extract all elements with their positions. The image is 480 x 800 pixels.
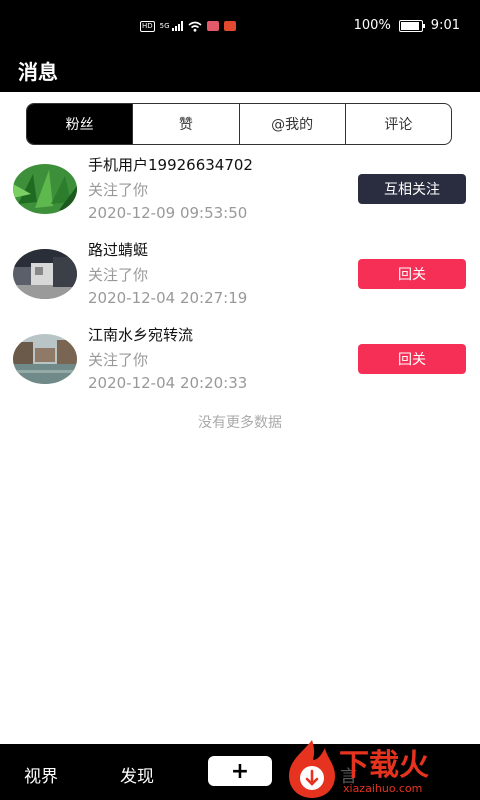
- notification-app-icon: [206, 21, 219, 31]
- list-item[interactable]: 手机用户19926634702 关注了你 2020-12-09 09:53:50…: [0, 150, 480, 235]
- timestamp: 2020-12-04 20:20:33: [88, 374, 248, 392]
- notification-list: 手机用户19926634702 关注了你 2020-12-09 09:53:50…: [0, 150, 480, 405]
- nav-item-discover[interactable]: 发现: [120, 762, 154, 787]
- watermark-domain: xiazaihuo.com: [343, 782, 423, 795]
- list-item[interactable]: 路过蜻蜓 关注了你 2020-12-04 20:27:19 回关: [0, 235, 480, 320]
- timestamp: 2020-12-04 20:27:19: [88, 289, 248, 307]
- notification-text: 关注了你: [88, 266, 149, 284]
- list-item[interactable]: 江南水乡宛转流 关注了你 2020-12-04 20:20:33 回关: [0, 320, 480, 405]
- notification-text: 关注了你: [88, 181, 149, 199]
- avatar[interactable]: [13, 164, 77, 214]
- tab-comments[interactable]: 评论: [344, 104, 451, 144]
- user-name[interactable]: 手机用户19926634702: [88, 154, 253, 175]
- status-icons: HD 5G: [140, 18, 236, 34]
- nav-item-horizon[interactable]: 视界: [24, 762, 58, 787]
- tab-bar: 粉丝 赞 @我的 评论: [26, 103, 452, 145]
- follow-back-button[interactable]: 回关: [358, 344, 466, 374]
- clock: 9:01: [430, 18, 460, 33]
- status-bar: HD 5G 100% 9:01: [0, 0, 480, 52]
- watermark-text: 下载火: [339, 748, 429, 783]
- timestamp: 2020-12-09 09:53:50: [88, 204, 248, 222]
- status-right: 100% 9:01: [354, 18, 460, 33]
- tab-mentions[interactable]: @我的: [238, 104, 345, 144]
- app-header: 消息: [0, 52, 480, 92]
- avatar[interactable]: [13, 249, 77, 299]
- battery-percent: 100%: [353, 18, 391, 33]
- battery-icon: [398, 19, 425, 32]
- watermark: 下载火 xiazaihuo.com: [283, 738, 480, 800]
- mutual-follow-button[interactable]: 互相关注: [358, 174, 466, 204]
- notification-app-icon-2: [223, 21, 236, 31]
- notification-text: 关注了你: [88, 351, 149, 369]
- follow-back-button[interactable]: 回关: [358, 259, 466, 289]
- user-name[interactable]: 路过蜻蜓: [88, 239, 148, 260]
- wifi-icon: [188, 21, 202, 32]
- network-gen-label: 5G: [159, 22, 170, 30]
- user-name[interactable]: 江南水乡宛转流: [88, 324, 193, 345]
- flame-logo-icon: [289, 740, 335, 798]
- no-more-data-label: 没有更多数据: [198, 415, 282, 431]
- signal-icon: [171, 21, 183, 31]
- tab-fans[interactable]: 粉丝: [27, 104, 133, 144]
- add-button[interactable]: +: [208, 756, 272, 786]
- page-title: 消息: [18, 60, 58, 84]
- hd-badge: HD: [140, 20, 155, 32]
- tab-likes[interactable]: 赞: [132, 104, 238, 144]
- avatar[interactable]: [13, 334, 77, 384]
